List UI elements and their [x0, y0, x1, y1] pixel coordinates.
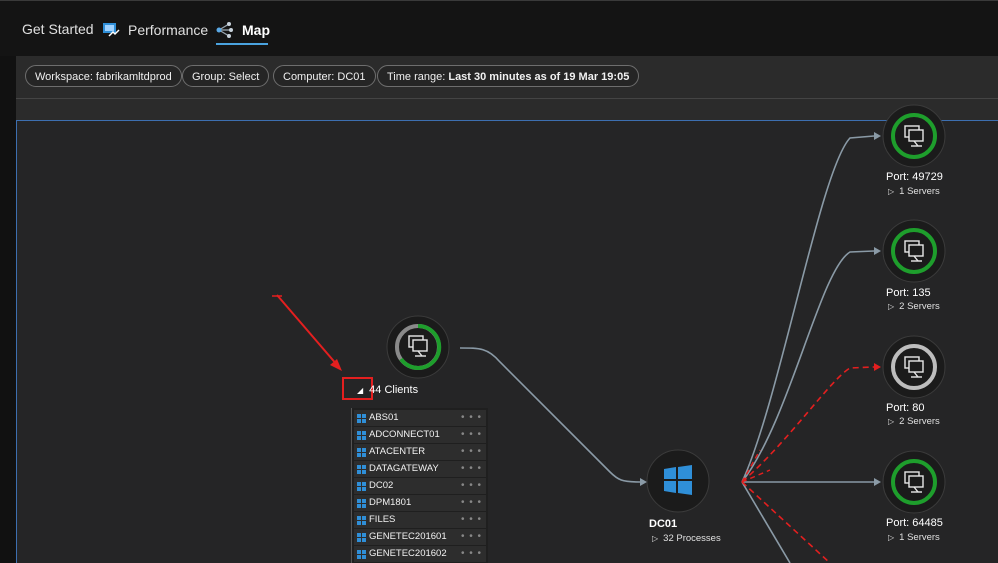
- list-item[interactable]: GENETEC201601 • • •: [354, 529, 486, 545]
- more-options-icon[interactable]: • • •: [461, 478, 482, 494]
- more-options-icon[interactable]: • • •: [461, 546, 482, 562]
- client-name: DPM1801: [369, 497, 412, 508]
- dc01-processes-toggle[interactable]: ▷ 32 Processes: [652, 533, 721, 544]
- list-item[interactable]: DPM1801 • • •: [354, 495, 486, 511]
- dc01-name-label[interactable]: DC01: [649, 518, 677, 530]
- list-item[interactable]: GENETEC201602 • • •: [354, 546, 486, 562]
- client-name: DATAGATEWAY: [369, 463, 439, 474]
- more-options-icon[interactable]: • • •: [461, 427, 482, 443]
- client-name: ABS01: [369, 412, 399, 423]
- list-item[interactable]: DC02 • • •: [354, 478, 486, 494]
- windows-logo-icon: [357, 499, 366, 508]
- port-64485-label[interactable]: Port: 64485: [886, 517, 943, 529]
- link-dc01-to-port-49729[interactable]: [741, 135, 875, 483]
- link-dc01-to-port-135[interactable]: [741, 250, 875, 483]
- list-item[interactable]: ATACENTER • • •: [354, 444, 486, 460]
- port-49729-node[interactable]: [882, 104, 946, 168]
- windows-logo-icon: [357, 414, 366, 423]
- port-49729-label[interactable]: Port: 49729: [886, 171, 943, 183]
- client-name: ATACENTER: [369, 446, 426, 457]
- more-options-icon[interactable]: • • •: [461, 529, 482, 545]
- port-80-node[interactable]: [882, 335, 946, 399]
- client-name: ADCONNECT01: [369, 429, 440, 440]
- windows-logo-icon: [357, 516, 366, 525]
- clients-node[interactable]: [386, 315, 450, 379]
- client-name: FILES: [369, 514, 396, 525]
- expand-triangle-icon: ▷: [888, 533, 895, 542]
- more-options-icon[interactable]: • • •: [461, 495, 482, 511]
- clients-group-header[interactable]: ◢ 44 Clients: [357, 384, 418, 396]
- port-64485-servers-toggle[interactable]: ▷ 1 Servers: [888, 532, 940, 543]
- expand-triangle-icon: ▷: [888, 417, 895, 426]
- port-135-servers-toggle[interactable]: ▷ 2 Servers: [888, 301, 940, 312]
- link-dc01-to-port-80-failed[interactable]: [741, 366, 875, 483]
- expand-triangle-icon: ▷: [888, 302, 895, 311]
- windows-logo-icon: [357, 482, 366, 491]
- port-135-node[interactable]: [882, 219, 946, 283]
- expand-triangle-icon: ▷: [652, 534, 659, 543]
- clients-list: ABS01 • • • ADCONNECT01 • • • ATACENTER …: [351, 408, 488, 563]
- expand-triangle-icon: ▷: [888, 187, 895, 196]
- port-135-label[interactable]: Port: 135: [886, 287, 931, 299]
- list-item[interactable]: DATAGATEWAY • • •: [354, 461, 486, 477]
- more-options-icon[interactable]: • • •: [461, 461, 482, 477]
- client-name: GENETEC201601: [369, 531, 447, 542]
- dc01-processes-label: 32 Processes: [663, 533, 721, 544]
- client-name: GENETEC201602: [369, 548, 447, 559]
- link-dc01-offscreen[interactable]: [741, 481, 791, 563]
- port-80-servers: 2 Servers: [899, 416, 940, 427]
- list-item[interactable]: ABS01 • • •: [354, 410, 486, 426]
- link-dc01-offscreen-failed[interactable]: [741, 481, 831, 563]
- windows-logo-icon: [357, 533, 366, 542]
- map-connections-layer: [272, 104, 946, 563]
- dc01-node[interactable]: [646, 449, 710, 513]
- windows-logo-icon: [357, 448, 366, 457]
- client-name: DC02: [369, 480, 394, 491]
- link-arrowhead: [640, 478, 647, 486]
- more-options-icon[interactable]: • • •: [461, 410, 482, 426]
- port-49729-servers: 1 Servers: [899, 186, 940, 197]
- port-80-label[interactable]: Port: 80: [886, 402, 925, 414]
- link-arrowhead: [874, 363, 881, 371]
- more-options-icon[interactable]: • • •: [461, 444, 482, 460]
- port-64485-node[interactable]: [882, 450, 946, 514]
- port-49729-servers-toggle[interactable]: ▷ 1 Servers: [888, 186, 940, 197]
- list-item[interactable]: ADCONNECT01 • • •: [354, 427, 486, 443]
- clients-count-label: 44 Clients: [369, 384, 419, 396]
- expand-triangle-icon[interactable]: ◢: [357, 386, 363, 395]
- port-64485-servers: 1 Servers: [899, 532, 940, 543]
- link-arrowhead: [874, 247, 881, 255]
- link-arrowhead: [874, 478, 881, 486]
- windows-logo-icon: [357, 550, 366, 559]
- more-options-icon[interactable]: • • •: [461, 512, 482, 528]
- list-item[interactable]: FILES • • •: [354, 512, 486, 528]
- port-80-servers-toggle[interactable]: ▷ 2 Servers: [888, 416, 940, 427]
- windows-logo-icon: [357, 431, 366, 440]
- link-arrowhead: [874, 132, 881, 140]
- annotation-arrow-icon: [272, 294, 342, 371]
- port-135-servers: 2 Servers: [899, 301, 940, 312]
- windows-logo-icon: [357, 465, 366, 474]
